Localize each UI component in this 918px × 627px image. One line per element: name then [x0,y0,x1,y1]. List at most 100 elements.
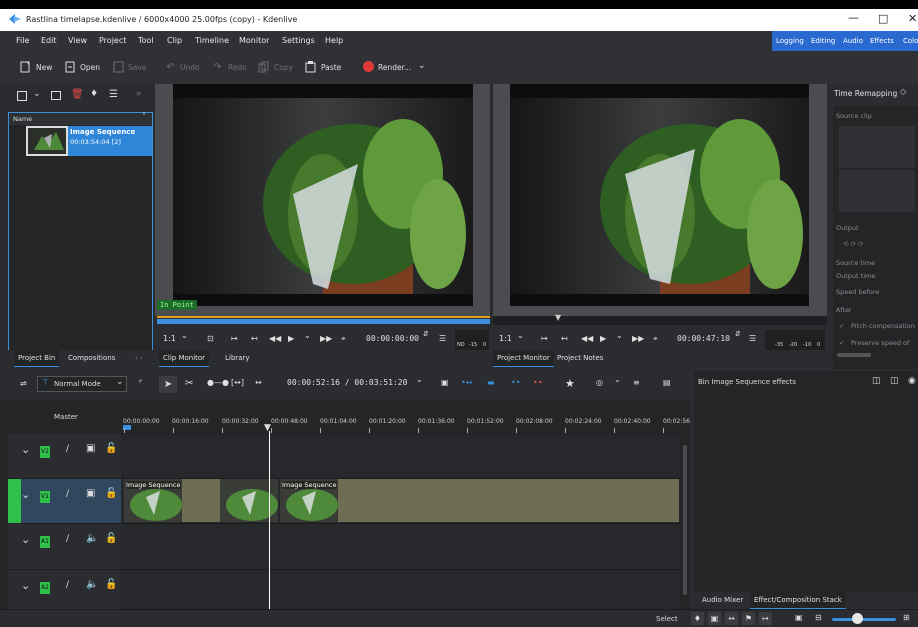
undo-icon[interactable]: ↶ [165,61,176,73]
set-in-icon[interactable]: ↦ [231,334,238,343]
effects-wand-icon[interactable]: ∕ [66,534,69,544]
timecode-chevron-icon[interactable]: ⌄ [416,375,423,384]
timeline-clip[interactable]: Image Sequence [280,479,679,522]
tab-clip-monitor[interactable]: Clip Monitor [159,350,210,368]
track-header-a2[interactable]: ⌄ A2 ∕ 🔈 🔓 [8,570,121,613]
copy-icon[interactable] [258,61,269,73]
clip-monitor-video[interactable] [173,84,473,306]
menu-monitor[interactable]: Monitor [239,36,269,45]
project-monitor-video[interactable] [510,84,809,306]
timeline-vertical-scrollbar[interactable] [683,445,687,595]
project-menu-icon[interactable]: ☰ [749,334,756,343]
forward-icon[interactable]: ▶▶ [320,334,332,343]
maximize-icon[interactable]: □ [878,12,888,25]
effects-wand-icon[interactable]: ∕ [66,444,69,454]
rewind-icon[interactable]: ◀◀ [581,334,593,343]
razor-tool-icon[interactable]: ✂ [185,378,193,389]
menu-edit[interactable]: Edit [41,36,57,45]
play-icon[interactable]: ▶ [288,334,294,343]
workspace-editing[interactable]: Editing [811,37,835,45]
lift-icon[interactable]: •• [511,378,520,387]
new-button[interactable]: New [36,63,52,72]
bin-item-thumbnail[interactable] [26,126,68,156]
project-zoom[interactable]: 1:1 [499,334,512,343]
save-effect-icon[interactable]: ◫ [872,376,881,386]
status-tag-icon[interactable]: ♦ [691,612,704,625]
speaker-icon[interactable]: 🔈 [86,533,98,544]
bin-item-image-sequence[interactable]: Image Sequence 00:03:54:04 [2] [68,126,152,156]
preserve-speed-checkbox[interactable]: ✓ [839,339,844,347]
paste-button[interactable]: Paste [321,63,341,72]
redo-button[interactable]: Redo [228,63,247,72]
clip-monitor-ruler[interactable] [155,316,490,325]
spacer-tool-icon[interactable]: ⌜ [139,379,143,388]
project-ruler-handle-icon[interactable]: ▼ [555,313,561,322]
tag-icon[interactable]: ♦ [90,89,98,99]
loop-icon[interactable]: ⌖ [653,334,658,344]
snap-icon[interactable]: ▣ [441,378,449,387]
eye-icon[interactable]: ◉ [908,376,916,386]
play-options-icon[interactable]: ⌄ [304,331,311,340]
zoom-slider-handle[interactable] [852,613,863,624]
collapse-chevron-icon[interactable]: ⌄ [21,579,30,592]
timeline-settings-icon[interactable]: ⇌ [20,379,27,388]
menu-project[interactable]: Project [99,36,126,45]
set-out-icon[interactable]: ↤ [561,334,568,343]
track-lane-a1[interactable] [121,524,680,570]
add-folder-icon[interactable] [51,91,61,100]
clip-menu-icon[interactable]: ☰ [439,334,446,343]
status-flag-icon[interactable]: ⚑ [742,612,755,625]
delete-icon[interactable]: 🗑 [71,89,84,100]
playback-chevron-icon[interactable]: ⌄ [614,375,621,384]
menu-file[interactable]: File [16,36,29,45]
favorite-star-icon[interactable]: ★ [565,377,575,390]
speaker-icon[interactable]: 🔈 [86,579,98,590]
more-icon[interactable]: » [136,89,142,99]
float-icon[interactable]: ◇ [900,87,906,96]
effects-wand-icon[interactable]: ∕ [66,580,69,590]
workspace-effects[interactable]: Effects [870,37,894,45]
tab-project-notes[interactable]: Project Notes [553,350,607,366]
lock-icon[interactable]: 🔓 [105,443,117,454]
menu-timeline[interactable]: Timeline [195,36,229,45]
save-button[interactable]: Save [128,63,146,72]
tab-compositions[interactable]: Compositions [64,350,119,366]
tab-library[interactable]: Library [221,350,253,366]
select-tool-icon[interactable]: ➤ [159,376,177,393]
rewind-icon[interactable]: ◀◀ [269,334,281,343]
play-options-icon[interactable]: ⌄ [616,331,623,340]
menu-clip[interactable]: Clip [167,36,182,45]
lock-icon[interactable]: 🔓 [105,579,117,590]
loop-icon[interactable]: ⌖ [341,334,346,344]
playback-mode-icon[interactable]: ◎ [596,378,603,387]
collapse-chevron-icon[interactable]: ⌄ [21,533,30,546]
remap-scrollbar[interactable] [837,353,871,357]
clip-zoom-chevron-icon[interactable]: ⌄ [181,331,188,340]
zoom-fit-icon[interactable]: ▣ [795,613,803,622]
insert-icon[interactable]: •↔ [461,378,472,387]
redo-icon[interactable]: ↷ [212,61,223,73]
save-icon[interactable] [113,61,124,73]
film-icon[interactable]: ▣ [86,488,95,499]
project-timecode[interactable]: 00:00:47:10 [677,334,730,343]
set-in-icon[interactable]: ↦ [541,334,548,343]
track-header-a1[interactable]: ⌄ A1 ∕ 🔈 🔓 [8,524,121,570]
render-chevron-down-icon[interactable]: ⌄ [418,61,426,71]
status-film-icon[interactable]: ▣ [708,612,721,625]
overwrite-icon[interactable]: ▬ [487,378,495,387]
copy-button[interactable]: Copy [274,63,293,72]
close-icon[interactable]: ✕ [908,12,917,25]
workspace-logging[interactable]: Logging [776,37,804,45]
undo-button[interactable]: Undo [180,63,200,72]
timeline-timecode[interactable]: 00:00:52:16 / 00:03:51:20 [287,378,407,387]
forward-icon[interactable]: ▶▶ [632,334,644,343]
open-file-icon[interactable] [65,61,76,73]
open-button[interactable]: Open [80,63,100,72]
workspace-audio[interactable]: Audio [843,37,863,45]
set-out-icon[interactable]: ↤ [251,334,258,343]
zoom-in-icon[interactable]: ⊞ [903,613,910,622]
timeline-clip[interactable]: Image Sequence [124,479,278,522]
slip-icon[interactable]: ↔ [255,378,262,387]
play-icon[interactable]: ▶ [600,334,606,343]
collapse-chevron-icon[interactable]: ⌄ [21,443,30,456]
